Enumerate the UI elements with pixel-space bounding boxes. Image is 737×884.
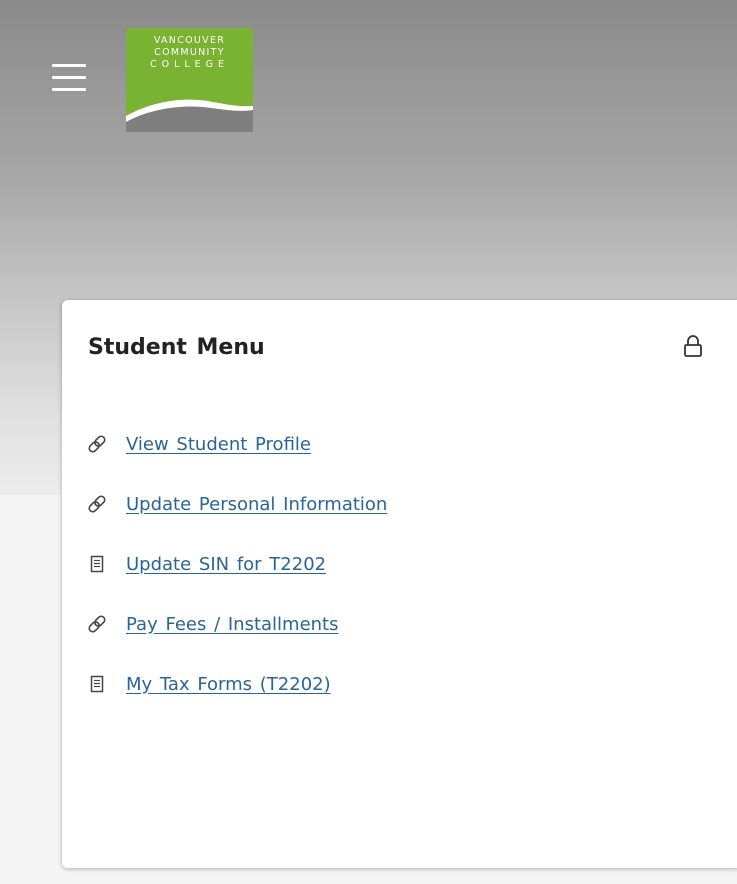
link-icon	[86, 493, 108, 515]
list-item: Pay Fees / Installments	[86, 594, 387, 654]
student-menu-card: Student Menu View Student Profile Update…	[62, 300, 737, 868]
lock-icon[interactable]	[682, 333, 704, 359]
update-sin-for-t2202-link[interactable]: Update SIN for T2202	[126, 554, 326, 575]
college-logo[interactable]: VANCOUVER COMMUNITY COLLEGE	[126, 28, 253, 132]
pay-fees-installments-link[interactable]: Pay Fees / Installments	[126, 614, 339, 635]
logo-wave-graphic	[126, 99, 253, 132]
document-icon	[86, 553, 108, 575]
list-item: Update Personal Information	[86, 474, 387, 534]
hamburger-menu-icon[interactable]	[52, 64, 86, 92]
list-item: View Student Profile	[86, 414, 387, 474]
link-icon	[86, 433, 108, 455]
list-item: Update SIN for T2202	[86, 534, 387, 594]
my-tax-forms-t2202-link[interactable]: My Tax Forms (T2202)	[126, 674, 331, 695]
document-icon	[86, 673, 108, 695]
student-menu-list: View Student Profile Update Personal Inf…	[86, 414, 387, 714]
link-icon	[86, 613, 108, 635]
student-menu-title: Student Menu	[88, 335, 265, 360]
view-student-profile-link[interactable]: View Student Profile	[126, 434, 311, 455]
list-item: My Tax Forms (T2202)	[86, 654, 387, 714]
update-personal-information-link[interactable]: Update Personal Information	[126, 494, 387, 515]
